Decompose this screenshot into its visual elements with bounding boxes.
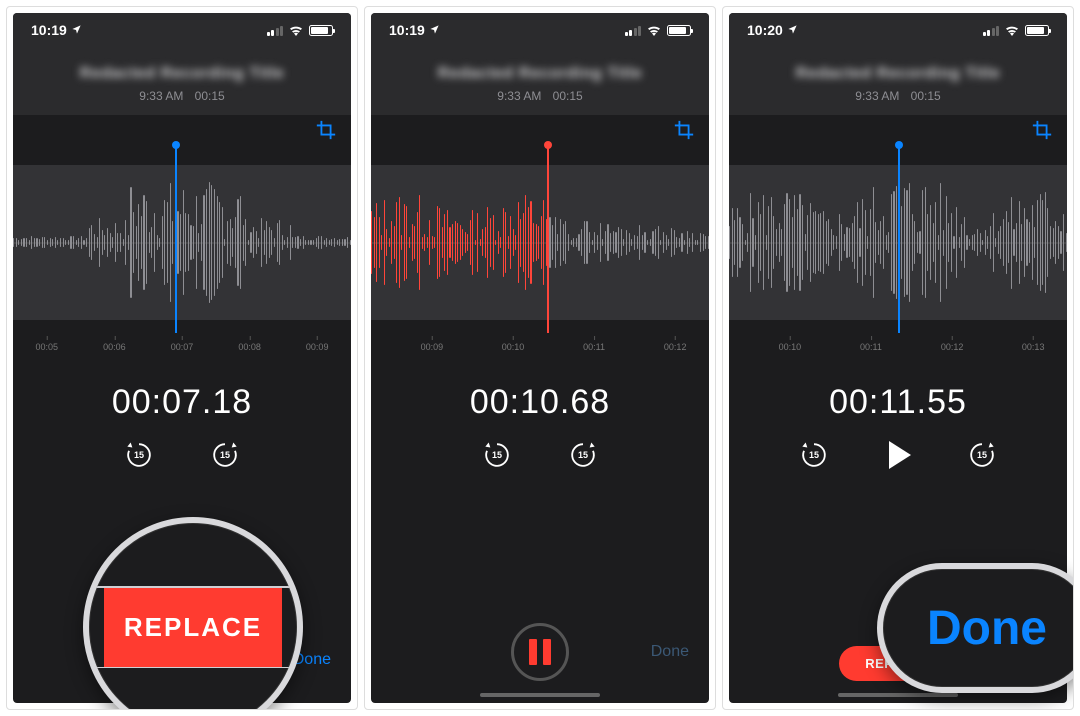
waveform-band <box>13 165 351 320</box>
playhead[interactable] <box>898 145 900 333</box>
playback-time: 00:10.68 <box>371 383 709 422</box>
waveform-area[interactable]: 00:05 00:06 00:07 00:08 00:09 <box>13 115 351 375</box>
recording-header: Redacted Recording Title 9:33 AM 00:15 <box>729 47 1067 115</box>
playback-time: 00:11.55 <box>729 383 1067 422</box>
crop-button[interactable] <box>1031 119 1053 141</box>
recording-title: Redacted Recording Title <box>381 65 699 83</box>
playhead[interactable] <box>175 145 177 333</box>
status-time: 10:20 <box>747 22 783 38</box>
status-bar: 10:19 <box>371 13 709 47</box>
pause-button[interactable] <box>511 623 569 681</box>
time-ruler: 00:10 00:11 00:12 00:13 <box>729 337 1067 357</box>
waveform-area[interactable]: 00:10 00:11 00:12 00:13 <box>729 115 1067 375</box>
status-time: 10:19 <box>389 22 425 38</box>
transport-controls: 15 15 <box>729 440 1067 470</box>
callout-done: Done <box>877 563 1074 693</box>
skip-back-button[interactable]: 15 <box>482 440 512 470</box>
recording-title: Redacted Recording Title <box>23 65 341 83</box>
home-indicator[interactable] <box>480 693 600 697</box>
done-button: Done <box>651 643 689 661</box>
waveform-area[interactable]: 00:09 00:10 00:11 00:12 <box>371 115 709 375</box>
transport-controls: 15 15 <box>13 440 351 470</box>
wifi-icon <box>646 24 662 36</box>
skip-back-button[interactable]: 15 <box>799 440 829 470</box>
home-indicator[interactable] <box>838 693 958 697</box>
skip-forward-button[interactable]: 15 <box>967 440 997 470</box>
callout-done-label[interactable]: Done <box>927 601 1047 656</box>
crop-button[interactable] <box>673 119 695 141</box>
recording-meta: 9:33 AM 00:15 <box>739 89 1057 103</box>
skip-back-button[interactable]: 15 <box>124 440 154 470</box>
recording-title: Redacted Recording Title <box>739 65 1057 83</box>
wifi-icon <box>1004 24 1020 36</box>
phone-frame-2: 10:19 Redacted Recording Title 9:33 AM 0… <box>364 6 716 710</box>
callout-replace-label[interactable]: REPLACE <box>104 588 283 667</box>
status-time: 10:19 <box>31 22 67 38</box>
waveform-band <box>371 165 709 320</box>
location-icon <box>787 22 798 38</box>
phone-frame-1: 10:19 Redacted Recording Title 9:33 AM 0… <box>6 6 358 710</box>
wifi-icon <box>288 24 304 36</box>
battery-icon <box>309 25 333 36</box>
recording-meta: 9:33 AM 00:15 <box>23 89 341 103</box>
action-row: Done <box>371 623 709 681</box>
time-ruler: 00:09 00:10 00:11 00:12 <box>371 337 709 357</box>
recording-header: Redacted Recording Title 9:33 AM 00:15 <box>371 47 709 115</box>
playback-time: 00:07.18 <box>13 383 351 422</box>
status-bar: 10:19 <box>13 13 351 47</box>
cellular-icon <box>267 25 284 36</box>
screen-2: 10:19 Redacted Recording Title 9:33 AM 0… <box>371 13 709 703</box>
recording-meta: 9:33 AM 00:15 <box>381 89 699 103</box>
play-button[interactable] <box>885 441 911 469</box>
location-icon <box>71 22 82 38</box>
battery-icon <box>667 25 691 36</box>
cellular-icon <box>625 25 642 36</box>
cellular-icon <box>983 25 1000 36</box>
skip-forward-button[interactable]: 15 <box>568 440 598 470</box>
phone-frame-3: 10:20 Redacted Recording Title 9:33 AM 0… <box>722 6 1074 710</box>
location-icon <box>429 22 440 38</box>
skip-forward-button[interactable]: 15 <box>210 440 240 470</box>
transport-controls: 15 15 <box>371 440 709 470</box>
time-ruler: 00:05 00:06 00:07 00:08 00:09 <box>13 337 351 357</box>
status-bar: 10:20 <box>729 13 1067 47</box>
recording-header: Redacted Recording Title 9:33 AM 00:15 <box>13 47 351 115</box>
playhead[interactable] <box>547 145 549 333</box>
crop-button[interactable] <box>315 119 337 141</box>
battery-icon <box>1025 25 1049 36</box>
